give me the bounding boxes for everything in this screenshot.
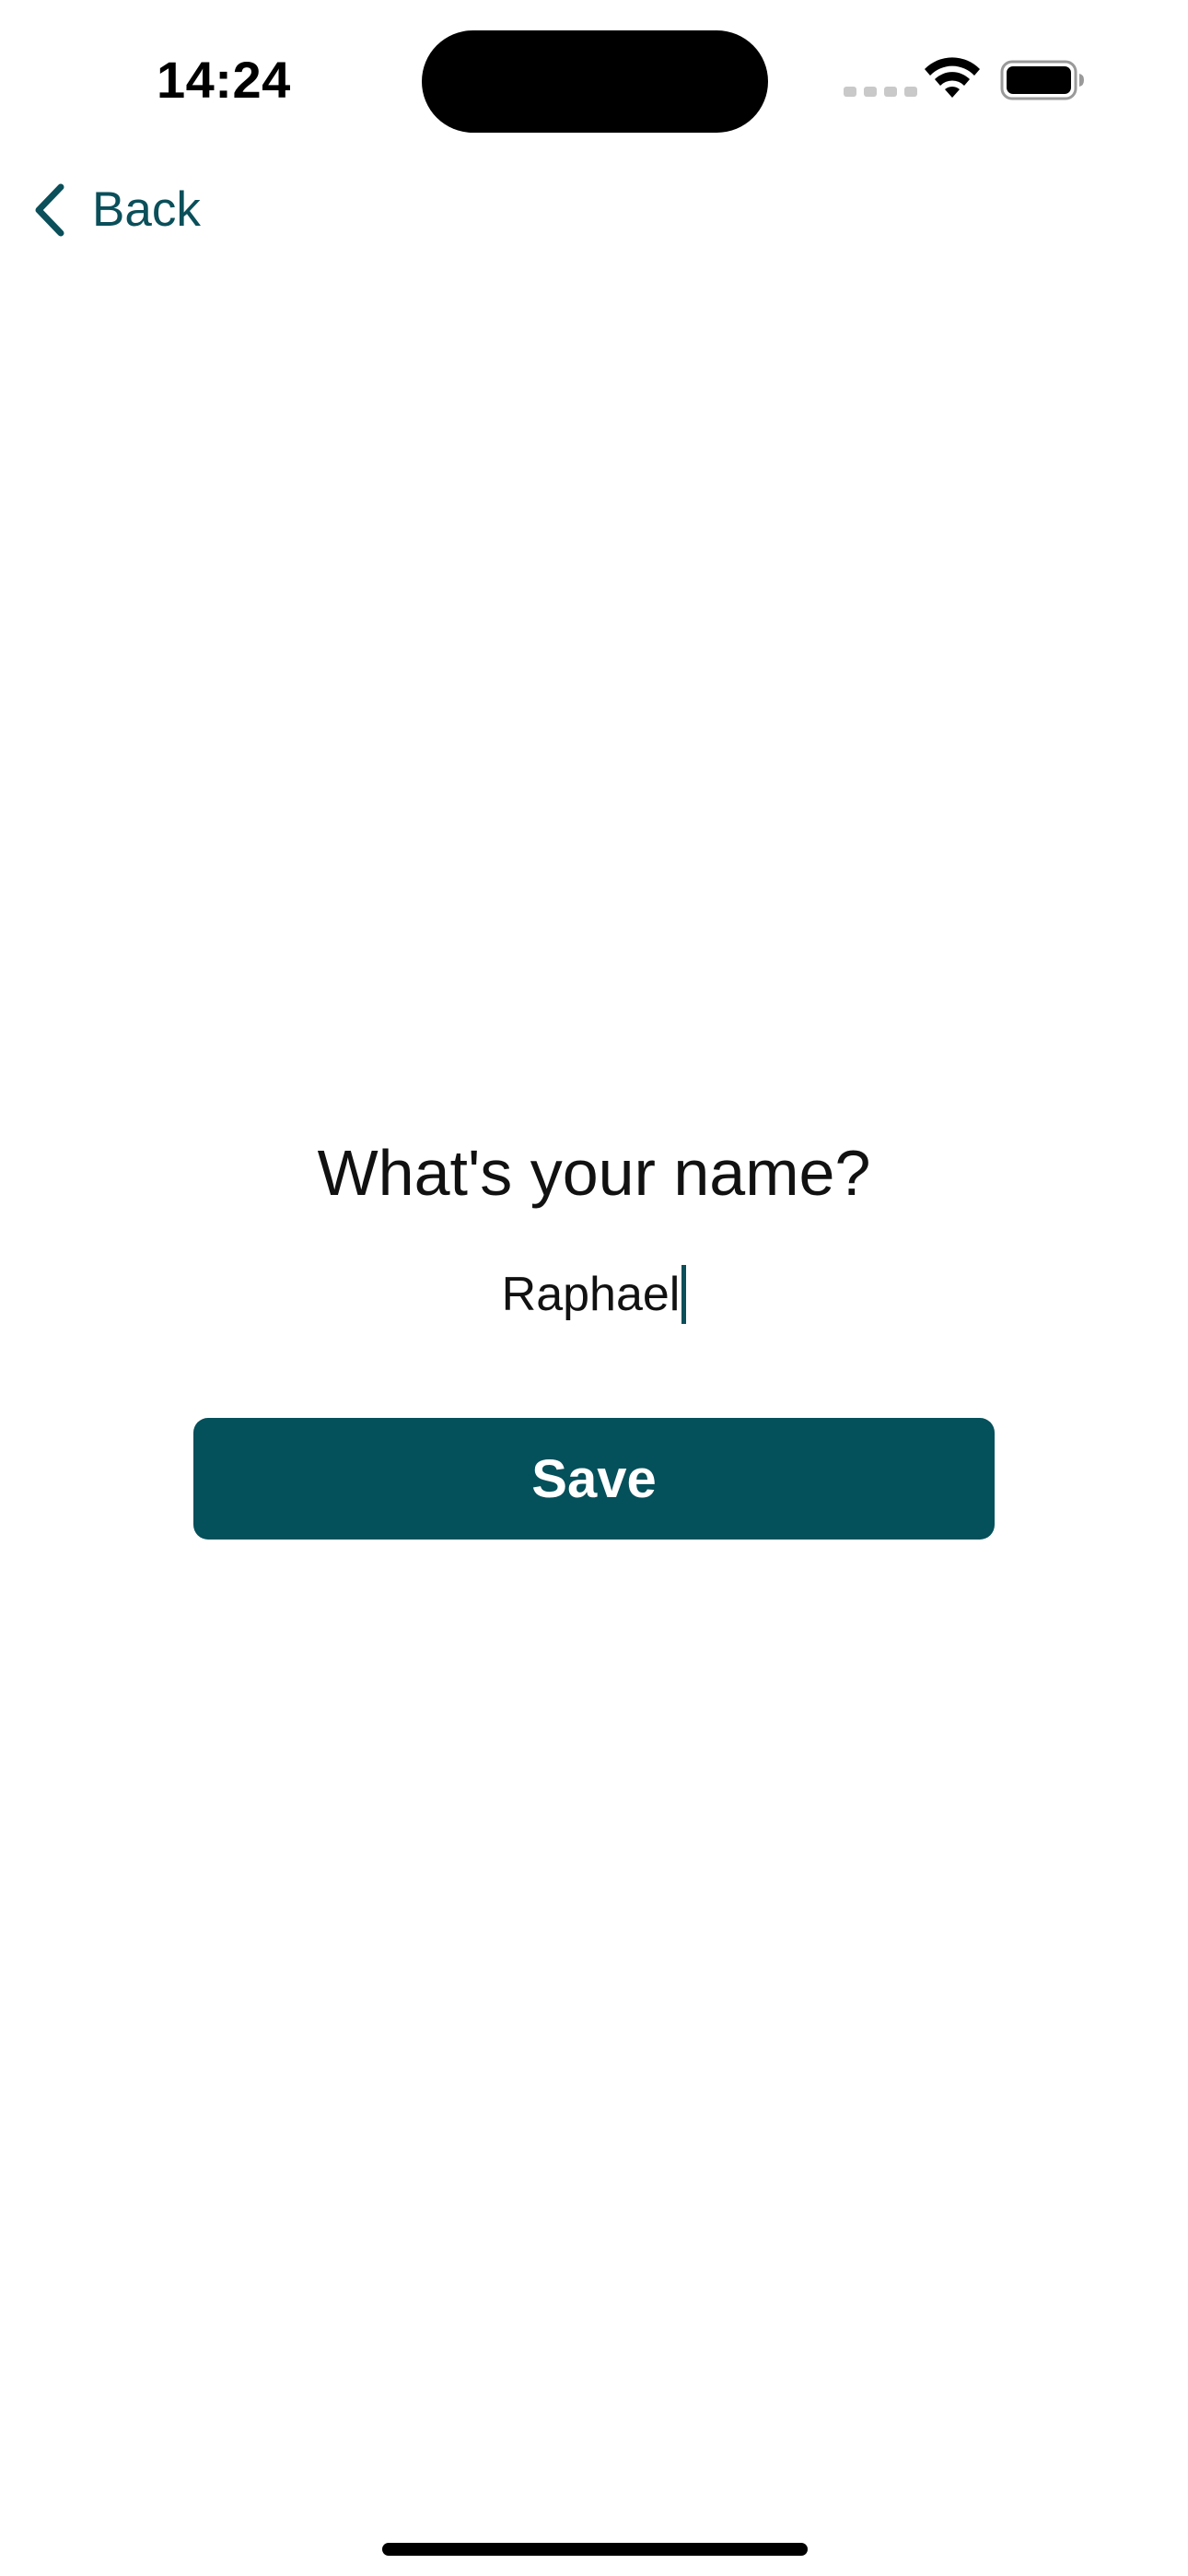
wifi-icon: [925, 57, 980, 98]
name-field-value[interactable]: Raphael: [502, 1262, 681, 1327]
battery-icon: [1000, 60, 1084, 100]
back-button[interactable]: Back: [31, 177, 201, 243]
signal-dots-icon: [844, 87, 917, 97]
dynamic-island: [422, 30, 768, 133]
name-field[interactable]: Raphael: [0, 1253, 1188, 1336]
status-time: 14:24: [157, 51, 291, 109]
back-label: Back: [92, 182, 201, 237]
text-caret: [681, 1265, 687, 1324]
home-indicator[interactable]: [382, 2543, 808, 2556]
chevron-left-icon: [35, 183, 64, 237]
name-question-heading: What's your name?: [317, 1137, 871, 1209]
save-button[interactable]: Save: [193, 1418, 995, 1540]
